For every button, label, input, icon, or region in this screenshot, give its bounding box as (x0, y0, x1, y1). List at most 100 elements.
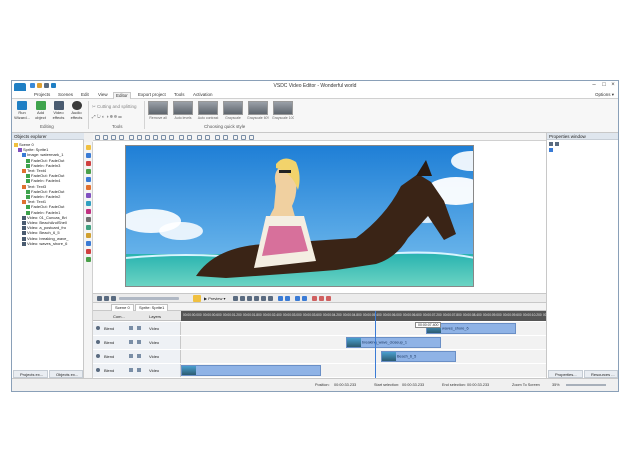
align-top-icon[interactable] (153, 135, 158, 140)
sort-categories-icon[interactable] (549, 142, 553, 146)
blend-mode-label[interactable]: Blend (104, 368, 114, 373)
end-icon[interactable] (261, 296, 266, 301)
lock-icon[interactable] (129, 326, 133, 330)
zoom-out-icon[interactable] (111, 135, 116, 140)
sort-alpha-icon[interactable] (555, 142, 559, 146)
snap-icon[interactable] (302, 296, 307, 301)
same-width-icon[interactable] (233, 135, 238, 140)
mute-icon[interactable] (137, 354, 141, 358)
style-auto-levels[interactable] (173, 101, 193, 115)
add-text-icon[interactable] (86, 145, 91, 150)
add-audio-icon[interactable] (86, 177, 91, 182)
style-grayscale-100[interactable] (273, 101, 293, 115)
blend-mode-label[interactable]: Blend (104, 354, 114, 359)
tab-scene-0[interactable]: Scene 0 (111, 304, 134, 311)
video-preview[interactable] (125, 145, 474, 287)
menu-editor[interactable]: Editor (113, 92, 131, 99)
track-area[interactable]: breaking_wave_closeup_1 (181, 336, 546, 349)
menu-tools[interactable]: Tools (172, 92, 187, 99)
previous-frame-icon[interactable] (240, 296, 245, 301)
add-animation-icon[interactable] (86, 209, 91, 214)
stop-icon[interactable] (233, 296, 238, 301)
add-object-button[interactable]: Add object (32, 101, 49, 120)
align-left-icon[interactable] (129, 135, 134, 140)
zoom-in-timeline-icon[interactable] (97, 296, 102, 301)
track-area[interactable]: waves_shore_6 (181, 322, 546, 335)
align-middle-icon[interactable] (161, 135, 166, 140)
add-mask-icon[interactable] (86, 249, 91, 254)
blend-mode-label[interactable]: Blend (104, 340, 114, 345)
zoom-reset-icon[interactable] (111, 296, 116, 301)
play-icon[interactable] (247, 296, 252, 301)
menu-scenes[interactable]: Scenes (56, 92, 75, 99)
track-area[interactable] (181, 364, 546, 377)
style-auto-contrast[interactable] (198, 101, 218, 115)
timeline-clip[interactable] (181, 365, 321, 376)
tools-icon-row[interactable]: ⤢ ↻ ◐ ◑ ⊕ ⊖ ▭ (92, 114, 122, 119)
zoom-fit-icon[interactable] (119, 135, 124, 140)
distribute-h-icon[interactable] (215, 135, 220, 140)
run-wizard-button[interactable]: Run Wizard... (14, 101, 30, 120)
tab-resources[interactable]: Resources ... (584, 370, 618, 378)
split-icon[interactable] (278, 296, 283, 301)
timeline-track[interactable]: Blend Video Beach_6_5 (93, 350, 546, 363)
loop-icon[interactable] (268, 296, 273, 301)
blend-mode-label[interactable]: Blend (104, 326, 114, 331)
record-icon[interactable] (326, 296, 331, 301)
visibility-icon[interactable] (96, 368, 100, 372)
style-grayscale-60[interactable] (248, 101, 268, 115)
bring-front-icon[interactable] (179, 135, 184, 140)
menu-projects[interactable]: Projects (32, 92, 52, 99)
tree-item[interactable]: Video: waves_shore_6 (22, 241, 67, 246)
timeline-zoom-slider[interactable] (119, 297, 179, 300)
tab-properties[interactable]: Properties... (548, 370, 583, 378)
ungroup-icon[interactable] (205, 135, 210, 140)
options-menu[interactable]: Options ▾ (595, 92, 614, 98)
cutting-splitting-button[interactable]: ✂ Cutting and splitting (92, 104, 137, 110)
lock-icon[interactable] (129, 340, 133, 344)
align-center-icon[interactable] (137, 135, 142, 140)
mute-icon[interactable] (137, 326, 141, 330)
tab-objects-explorer[interactable]: Objects ex... (49, 370, 83, 378)
zoom-in-icon[interactable] (103, 135, 108, 140)
mute-icon[interactable] (137, 368, 141, 372)
add-image-icon[interactable] (86, 161, 91, 166)
add-transition-icon[interactable] (86, 257, 91, 262)
audio-wave-icon[interactable] (312, 296, 317, 301)
add-music-icon[interactable] (86, 233, 91, 238)
menu-export-project[interactable]: Export project (136, 92, 168, 99)
lock-icon[interactable] (129, 354, 133, 358)
visibility-icon[interactable] (96, 340, 100, 344)
menu-activation[interactable]: Activation (191, 92, 215, 99)
timeline-clip[interactable]: breaking_wave_closeup_1 (346, 337, 441, 348)
lock-icon[interactable] (129, 368, 133, 372)
track-area[interactable]: Beach_6_5 (181, 350, 546, 363)
add-subtitle-icon[interactable] (86, 185, 91, 190)
minimize-icon[interactable]: – (590, 82, 598, 89)
next-frame-icon[interactable] (254, 296, 259, 301)
zoom-slider[interactable] (566, 384, 606, 386)
audio-effects-button[interactable]: Audio effects (68, 101, 85, 120)
timeline-track[interactable]: Blend Video breaking_wave_closeup_1 (93, 336, 546, 349)
timeline-track[interactable]: Blend Video (93, 364, 546, 377)
align-right-icon[interactable] (145, 135, 150, 140)
add-video-icon[interactable] (86, 169, 91, 174)
close-icon[interactable]: × (609, 82, 617, 89)
add-free-shape-icon[interactable] (86, 217, 91, 222)
zoom-out-timeline-icon[interactable] (104, 296, 109, 301)
preview-toggle-icon[interactable] (193, 295, 201, 302)
add-effect-icon[interactable] (86, 241, 91, 246)
timeline-track[interactable]: Blend Video waves_shore_6 (93, 322, 546, 335)
cut-icon[interactable] (285, 296, 290, 301)
add-counter-icon[interactable] (86, 225, 91, 230)
distribute-v-icon[interactable] (223, 135, 228, 140)
maximize-icon[interactable]: □ (600, 82, 608, 89)
same-height-icon[interactable] (241, 135, 246, 140)
align-bottom-icon[interactable] (169, 135, 174, 140)
time-ruler[interactable]: 00:00:00.000 00:00:00.600 00:00:01.200 00:0… (181, 311, 562, 321)
send-back-icon[interactable] (187, 135, 192, 140)
select-icon[interactable] (95, 135, 100, 140)
zoom-to-screen-button[interactable]: Zoom To Screen (512, 383, 540, 387)
mute-icon[interactable] (137, 340, 141, 344)
property-pages-icon[interactable] (549, 148, 553, 152)
